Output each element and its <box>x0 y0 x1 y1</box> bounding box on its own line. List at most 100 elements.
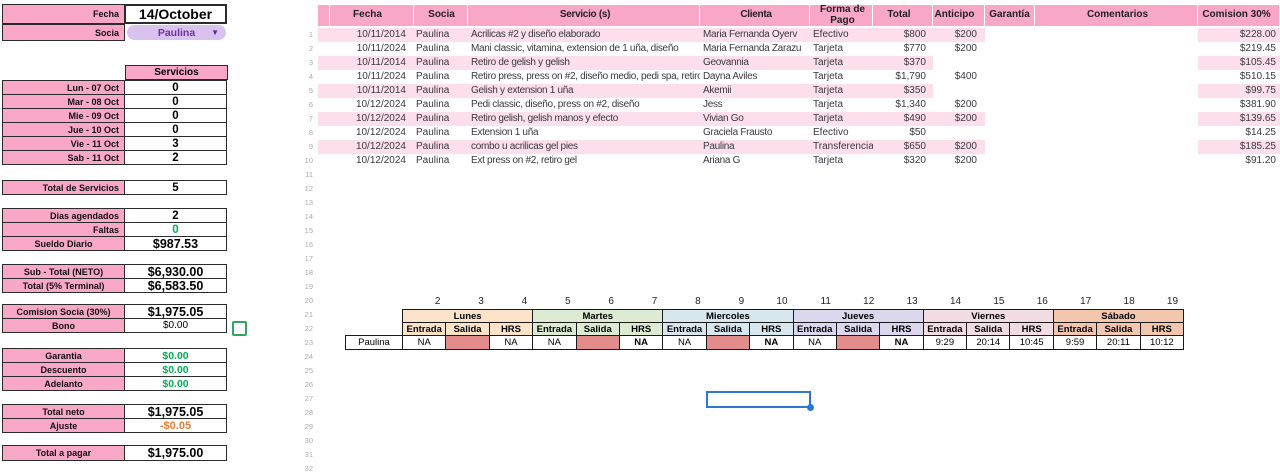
cell[interactable] <box>933 126 985 140</box>
cell[interactable]: $1,790 <box>873 70 933 84</box>
cell[interactable]: 10/12/2024 <box>330 98 414 112</box>
cell[interactable]: 10/11/2014 <box>330 28 414 42</box>
cell[interactable] <box>985 28 1035 42</box>
hrs-cell[interactable]: NA <box>619 336 662 350</box>
cell[interactable] <box>1035 70 1198 84</box>
fecha-value-cell[interactable]: 14/October <box>124 4 227 24</box>
cell[interactable]: Retiro press, press on #2, diseño medio,… <box>468 70 700 84</box>
cell[interactable]: $800 <box>873 28 933 42</box>
cell[interactable]: Paulina <box>414 28 468 42</box>
cell[interactable]: Paulina <box>700 140 810 154</box>
cell[interactable]: Tarjeta <box>810 154 873 168</box>
socia-dropdown[interactable]: Paulina ▼ <box>127 25 226 40</box>
hrs-cell[interactable]: NA <box>750 336 793 350</box>
hrs-cell[interactable]: 10:12 <box>1140 336 1183 350</box>
entrada-cell[interactable]: NA <box>663 336 706 350</box>
cell[interactable] <box>1035 126 1198 140</box>
day-value[interactable]: 3 <box>124 136 227 151</box>
cell[interactable] <box>985 42 1035 56</box>
entrada-cell[interactable]: 9:59 <box>1053 336 1096 350</box>
cell[interactable] <box>985 112 1035 126</box>
cell[interactable] <box>985 126 1035 140</box>
cell[interactable] <box>933 84 985 98</box>
cell[interactable] <box>933 56 985 70</box>
salida-cell[interactable] <box>446 336 489 350</box>
cell[interactable]: Geovannia <box>700 56 810 70</box>
cell[interactable]: Graciela Frausto <box>700 126 810 140</box>
cell[interactable] <box>985 84 1035 98</box>
day-value[interactable]: 0 <box>124 108 227 123</box>
sub-total-value[interactable]: $6,930.00 <box>124 264 227 279</box>
salida-cell[interactable]: 20:11 <box>1097 336 1140 350</box>
cell[interactable]: Pedi classic, diseño, press on #2, diseñ… <box>468 98 700 112</box>
total-servicios-value[interactable]: 5 <box>124 180 227 195</box>
cell[interactable] <box>1035 98 1198 112</box>
cell[interactable]: $381.90 <box>1198 98 1280 112</box>
garantia-value[interactable]: $0.00 <box>124 348 227 363</box>
salida-cell[interactable] <box>836 336 879 350</box>
cell[interactable] <box>985 154 1035 168</box>
cell[interactable]: $219.45 <box>1198 42 1280 56</box>
cell[interactable]: Extension 1 uña <box>468 126 700 140</box>
ajuste-value[interactable]: -$0.05 <box>124 418 227 433</box>
cell[interactable]: $350 <box>873 84 933 98</box>
cell[interactable] <box>1035 84 1198 98</box>
cell[interactable]: 10/12/2024 <box>330 126 414 140</box>
cell[interactable] <box>1035 28 1198 42</box>
cell[interactable]: Retiro gelish, gelish manos y efecto <box>468 112 700 126</box>
cell[interactable]: $770 <box>873 42 933 56</box>
cell[interactable] <box>1035 154 1198 168</box>
cell[interactable]: $400 <box>933 70 985 84</box>
cell[interactable]: $510.15 <box>1198 70 1280 84</box>
cell[interactable]: Maria Fernanda Oyerv <box>700 28 810 42</box>
cell[interactable]: $185.25 <box>1198 140 1280 154</box>
cell[interactable] <box>1035 112 1198 126</box>
cell[interactable]: Acrilicas #2 y diseño elaborado <box>468 28 700 42</box>
day-value[interactable]: 0 <box>124 80 227 95</box>
cell[interactable]: $14.25 <box>1198 126 1280 140</box>
cell[interactable]: $91.20 <box>1198 154 1280 168</box>
salida-cell[interactable] <box>706 336 749 350</box>
bono-checkbox[interactable] <box>232 321 247 336</box>
day-value[interactable]: 2 <box>124 150 227 165</box>
cell[interactable]: $200 <box>933 28 985 42</box>
cell[interactable]: $105.45 <box>1198 56 1280 70</box>
cell[interactable]: combo u acrilicas gel pies <box>468 140 700 154</box>
cell[interactable]: Paulina <box>414 112 468 126</box>
selected-cell[interactable] <box>706 391 811 408</box>
cell[interactable]: $200 <box>933 42 985 56</box>
cell[interactable]: Retiro de gelish y gelish <box>468 56 700 70</box>
cell[interactable] <box>1035 140 1198 154</box>
cell[interactable]: Akemii <box>700 84 810 98</box>
cell[interactable]: Maria Fernanda Zarazu <box>700 42 810 56</box>
cell[interactable]: 10/11/2014 <box>330 56 414 70</box>
cell[interactable]: Efectivo <box>810 126 873 140</box>
cell[interactable]: $320 <box>873 154 933 168</box>
cell[interactable] <box>985 140 1035 154</box>
cell[interactable]: Paulina <box>414 84 468 98</box>
cell[interactable] <box>985 56 1035 70</box>
total-terminal-value[interactable]: $6,583.50 <box>124 278 227 293</box>
salida-cell[interactable]: 20:14 <box>967 336 1010 350</box>
descuento-value[interactable]: $0.00 <box>124 362 227 377</box>
hrs-cell[interactable]: NA <box>489 336 532 350</box>
entrada-cell[interactable]: NA <box>793 336 836 350</box>
fill-handle[interactable] <box>807 404 814 411</box>
cell[interactable]: Paulina <box>414 154 468 168</box>
cell[interactable]: Dayna Aviles <box>700 70 810 84</box>
bono-value[interactable]: $0.00 <box>124 318 227 333</box>
cell[interactable]: Gelish y extension 1 uña <box>468 84 700 98</box>
faltas-value[interactable]: 0 <box>124 222 227 237</box>
day-value[interactable]: 0 <box>124 122 227 137</box>
total-a-pagar-value[interactable]: $1,975.00 <box>124 445 227 461</box>
salida-cell[interactable] <box>576 336 619 350</box>
cell[interactable]: $99.75 <box>1198 84 1280 98</box>
cell[interactable] <box>1035 42 1198 56</box>
cell[interactable]: Tarjeta <box>810 98 873 112</box>
cell[interactable]: $200 <box>933 98 985 112</box>
cell[interactable]: 10/12/2024 <box>330 140 414 154</box>
cell[interactable]: 10/11/2024 <box>330 70 414 84</box>
hrs-cell[interactable]: 10:45 <box>1010 336 1053 350</box>
cell[interactable]: Tarjeta <box>810 112 873 126</box>
chevron-down-icon[interactable]: ▼ <box>211 28 219 37</box>
